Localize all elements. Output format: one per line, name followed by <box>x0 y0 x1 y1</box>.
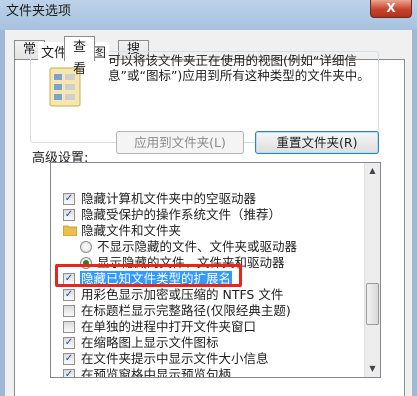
close-button[interactable]: X <box>370 0 412 18</box>
list-item-label: 隐藏受保护的操作系统文件（推荐） <box>81 207 282 222</box>
checkbox[interactable]: ✓ <box>63 193 75 205</box>
window-title: 文件夹选项 <box>6 4 72 19</box>
list-item[interactable]: ✓ 在文件夹提示中显示文件大小信息 <box>51 351 361 367</box>
list-scrollbar[interactable]: ▲ ▼ <box>364 163 380 377</box>
scroll-up-arrow-icon[interactable]: ▲ <box>365 163 380 178</box>
list-item[interactable]: ✓ 隐藏计算机文件夹中的空驱动器 <box>51 191 361 207</box>
reset-folders-button[interactable]: 重置文件夹(R) <box>255 131 379 154</box>
tab-view[interactable]: 查看 <box>64 36 96 77</box>
list-item-label: 显示隐藏的文件、文件夹和驱动器 <box>97 255 285 270</box>
checkbox[interactable]: ✓ <box>63 273 75 285</box>
list-item-label: 不显示隐藏的文件、文件夹或驱动器 <box>97 239 298 254</box>
list-item-label: 在缩略图上显示文件图标 <box>81 335 219 350</box>
list-item-label: 隐藏计算机文件夹中的空驱动器 <box>81 191 257 206</box>
radio-button[interactable] <box>80 241 92 253</box>
list-item-label: 在标题栏显示完整路径(仅限经典主题) <box>81 303 291 318</box>
folder-icon <box>63 225 77 236</box>
folder-views-description: 可以将该文件夹正在使用的视图(例如“详细信息”或“图标”)应用到所有这种类型的文… <box>108 53 370 83</box>
list-item-label: 隐藏已知文件类型的扩展名 <box>80 271 233 287</box>
apply-to-folders-button[interactable]: 应用到文件夹(L) <box>116 131 244 154</box>
checkbox[interactable]: ✓ <box>63 369 75 377</box>
checkbox[interactable]: ✓ <box>63 289 75 301</box>
checkbox[interactable] <box>63 321 75 333</box>
list-item[interactable]: 在单独的进程中打开文件夹窗口 <box>51 319 361 335</box>
radio-button[interactable] <box>80 257 92 269</box>
advanced-settings-list[interactable]: ✓ 隐藏计算机文件夹中的空驱动器 ✓ 隐藏受保护的操作系统文件（推荐） 隐藏文件… <box>50 162 381 378</box>
list-item[interactable]: 不显示隐藏的文件、文件夹或驱动器 <box>51 239 361 255</box>
list-item[interactable]: 在标题栏显示完整路径(仅限经典主题) <box>51 303 361 319</box>
list-item[interactable]: ✓ 隐藏受保护的操作系统文件（推荐） <box>51 207 361 223</box>
list-item[interactable]: ✓ 用彩色显示加密或压缩的 NTFS 文件 <box>51 287 361 303</box>
checkbox[interactable]: ✓ <box>63 353 75 365</box>
list-item-selected[interactable]: ✓ 隐藏已知文件类型的扩展名 <box>51 271 361 287</box>
list-item-label: 在单独的进程中打开文件夹窗口 <box>81 319 257 334</box>
scroll-down-arrow-icon[interactable]: ▼ <box>365 361 380 376</box>
checkbox[interactable]: ✓ <box>63 209 75 221</box>
list-item-label: 用彩色显示加密或压缩的 NTFS 文件 <box>81 287 284 302</box>
list-item[interactable]: ✓ 在预览窗格中显示预览句柄 <box>51 367 361 378</box>
list-item-label: 在文件夹提示中显示文件大小信息 <box>81 351 269 366</box>
list-item[interactable]: ✓ 在缩略图上显示文件图标 <box>51 335 361 351</box>
list-item-label: 在预览窗格中显示预览句柄 <box>81 367 232 378</box>
checkbox[interactable]: ✓ <box>63 337 75 349</box>
list-item: 隐藏文件和文件夹 <box>51 223 361 239</box>
list-item[interactable]: 显示隐藏的文件、文件夹和驱动器 <box>51 255 361 271</box>
list-item-label: 隐藏文件和文件夹 <box>81 223 182 238</box>
checkbox[interactable] <box>63 305 75 317</box>
scroll-thumb[interactable] <box>366 283 379 325</box>
title-bar: 文件夹选项 X <box>0 0 417 30</box>
